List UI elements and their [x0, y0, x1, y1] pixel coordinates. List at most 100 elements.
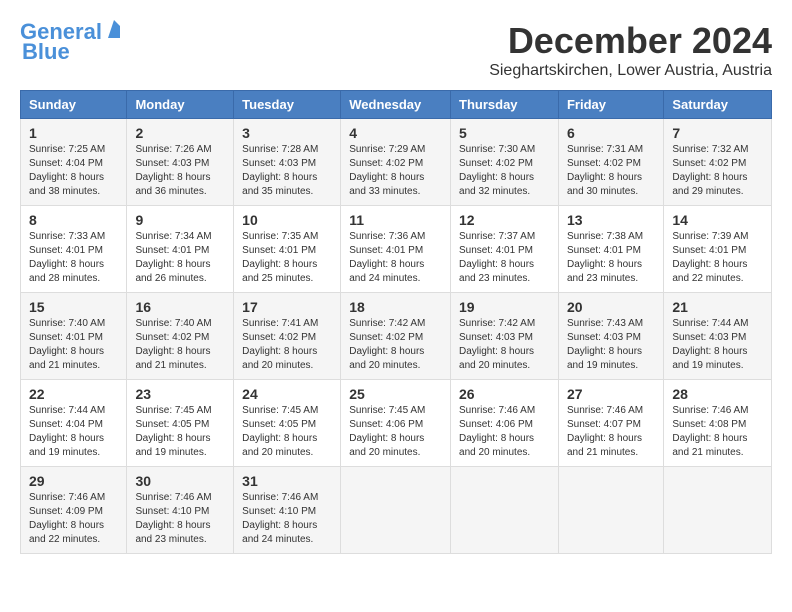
table-row: 13 Sunrise: 7:38 AM Sunset: 4:01 PM Dayl…: [558, 206, 663, 293]
day-info: Sunrise: 7:45 AM Sunset: 4:05 PM Dayligh…: [135, 404, 225, 460]
day-number: 8: [29, 212, 118, 228]
table-row: 7 Sunrise: 7:32 AM Sunset: 4:02 PM Dayli…: [664, 119, 772, 206]
table-row: 30 Sunrise: 7:46 AM Sunset: 4:10 PM Dayl…: [127, 467, 234, 554]
day-number: 14: [672, 212, 763, 228]
table-row: 22 Sunrise: 7:44 AM Sunset: 4:04 PM Dayl…: [21, 380, 127, 467]
table-row: 2 Sunrise: 7:26 AM Sunset: 4:03 PM Dayli…: [127, 119, 234, 206]
day-info: Sunrise: 7:45 AM Sunset: 4:05 PM Dayligh…: [242, 404, 332, 460]
day-info: Sunrise: 7:31 AM Sunset: 4:02 PM Dayligh…: [567, 143, 655, 199]
day-number: 18: [349, 299, 442, 315]
day-number: 12: [459, 212, 550, 228]
logo-icon: [104, 20, 124, 40]
table-row: 8 Sunrise: 7:33 AM Sunset: 4:01 PM Dayli…: [21, 206, 127, 293]
day-info: Sunrise: 7:40 AM Sunset: 4:01 PM Dayligh…: [29, 317, 118, 373]
month-title: December 2024: [489, 20, 772, 62]
table-row: 18 Sunrise: 7:42 AM Sunset: 4:02 PM Dayl…: [341, 293, 451, 380]
table-row: 25 Sunrise: 7:45 AM Sunset: 4:06 PM Dayl…: [341, 380, 451, 467]
day-info: Sunrise: 7:43 AM Sunset: 4:03 PM Dayligh…: [567, 317, 655, 373]
day-number: 28: [672, 386, 763, 402]
table-row: 11 Sunrise: 7:36 AM Sunset: 4:01 PM Dayl…: [341, 206, 451, 293]
day-number: 19: [459, 299, 550, 315]
day-number: 7: [672, 125, 763, 141]
table-row: 27 Sunrise: 7:46 AM Sunset: 4:07 PM Dayl…: [558, 380, 663, 467]
header-tuesday: Tuesday: [234, 91, 341, 119]
day-info: Sunrise: 7:41 AM Sunset: 4:02 PM Dayligh…: [242, 317, 332, 373]
calendar-week-row: 8 Sunrise: 7:33 AM Sunset: 4:01 PM Dayli…: [21, 206, 772, 293]
day-info: Sunrise: 7:46 AM Sunset: 4:08 PM Dayligh…: [672, 404, 763, 460]
table-row: 19 Sunrise: 7:42 AM Sunset: 4:03 PM Dayl…: [451, 293, 559, 380]
table-row: [558, 467, 663, 554]
table-row: [341, 467, 451, 554]
table-row: 10 Sunrise: 7:35 AM Sunset: 4:01 PM Dayl…: [234, 206, 341, 293]
day-info: Sunrise: 7:46 AM Sunset: 4:10 PM Dayligh…: [242, 491, 332, 547]
day-number: 15: [29, 299, 118, 315]
table-row: 28 Sunrise: 7:46 AM Sunset: 4:08 PM Dayl…: [664, 380, 772, 467]
day-number: 11: [349, 212, 442, 228]
table-row: [451, 467, 559, 554]
day-number: 13: [567, 212, 655, 228]
header-sunday: Sunday: [21, 91, 127, 119]
table-row: 26 Sunrise: 7:46 AM Sunset: 4:06 PM Dayl…: [451, 380, 559, 467]
day-info: Sunrise: 7:29 AM Sunset: 4:02 PM Dayligh…: [349, 143, 442, 199]
table-row: 6 Sunrise: 7:31 AM Sunset: 4:02 PM Dayli…: [558, 119, 663, 206]
location-title: Sieghartskirchen, Lower Austria, Austria: [489, 62, 772, 80]
day-number: 30: [135, 473, 225, 489]
day-number: 9: [135, 212, 225, 228]
day-info: Sunrise: 7:39 AM Sunset: 4:01 PM Dayligh…: [672, 230, 763, 286]
day-info: Sunrise: 7:44 AM Sunset: 4:04 PM Dayligh…: [29, 404, 118, 460]
header-wednesday: Wednesday: [341, 91, 451, 119]
table-row: 20 Sunrise: 7:43 AM Sunset: 4:03 PM Dayl…: [558, 293, 663, 380]
day-number: 23: [135, 386, 225, 402]
table-row: 23 Sunrise: 7:45 AM Sunset: 4:05 PM Dayl…: [127, 380, 234, 467]
day-info: Sunrise: 7:46 AM Sunset: 4:10 PM Dayligh…: [135, 491, 225, 547]
day-info: Sunrise: 7:42 AM Sunset: 4:03 PM Dayligh…: [459, 317, 550, 373]
day-info: Sunrise: 7:45 AM Sunset: 4:06 PM Dayligh…: [349, 404, 442, 460]
day-info: Sunrise: 7:44 AM Sunset: 4:03 PM Dayligh…: [672, 317, 763, 373]
table-row: 3 Sunrise: 7:28 AM Sunset: 4:03 PM Dayli…: [234, 119, 341, 206]
day-info: Sunrise: 7:33 AM Sunset: 4:01 PM Dayligh…: [29, 230, 118, 286]
day-number: 4: [349, 125, 442, 141]
day-number: 29: [29, 473, 118, 489]
calendar-week-row: 15 Sunrise: 7:40 AM Sunset: 4:01 PM Dayl…: [21, 293, 772, 380]
day-number: 24: [242, 386, 332, 402]
day-number: 10: [242, 212, 332, 228]
table-row: 24 Sunrise: 7:45 AM Sunset: 4:05 PM Dayl…: [234, 380, 341, 467]
table-row: 31 Sunrise: 7:46 AM Sunset: 4:10 PM Dayl…: [234, 467, 341, 554]
day-info: Sunrise: 7:38 AM Sunset: 4:01 PM Dayligh…: [567, 230, 655, 286]
day-number: 17: [242, 299, 332, 315]
day-number: 31: [242, 473, 332, 489]
day-number: 6: [567, 125, 655, 141]
logo-blue-text: Blue: [22, 40, 70, 64]
day-number: 27: [567, 386, 655, 402]
day-number: 5: [459, 125, 550, 141]
day-number: 3: [242, 125, 332, 141]
day-info: Sunrise: 7:32 AM Sunset: 4:02 PM Dayligh…: [672, 143, 763, 199]
table-row: 5 Sunrise: 7:30 AM Sunset: 4:02 PM Dayli…: [451, 119, 559, 206]
day-number: 1: [29, 125, 118, 141]
day-number: 25: [349, 386, 442, 402]
table-row: 9 Sunrise: 7:34 AM Sunset: 4:01 PM Dayli…: [127, 206, 234, 293]
day-number: 22: [29, 386, 118, 402]
page-header: General Blue December 2024 Sieghartskirc…: [20, 20, 772, 80]
calendar-header-row: Sunday Monday Tuesday Wednesday Thursday…: [21, 91, 772, 119]
day-info: Sunrise: 7:46 AM Sunset: 4:07 PM Dayligh…: [567, 404, 655, 460]
calendar-week-row: 1 Sunrise: 7:25 AM Sunset: 4:04 PM Dayli…: [21, 119, 772, 206]
table-row: 1 Sunrise: 7:25 AM Sunset: 4:04 PM Dayli…: [21, 119, 127, 206]
day-info: Sunrise: 7:28 AM Sunset: 4:03 PM Dayligh…: [242, 143, 332, 199]
calendar-week-row: 22 Sunrise: 7:44 AM Sunset: 4:04 PM Dayl…: [21, 380, 772, 467]
calendar-week-row: 29 Sunrise: 7:46 AM Sunset: 4:09 PM Dayl…: [21, 467, 772, 554]
day-number: 2: [135, 125, 225, 141]
table-row: 21 Sunrise: 7:44 AM Sunset: 4:03 PM Dayl…: [664, 293, 772, 380]
day-info: Sunrise: 7:36 AM Sunset: 4:01 PM Dayligh…: [349, 230, 442, 286]
header-friday: Friday: [558, 91, 663, 119]
day-number: 16: [135, 299, 225, 315]
calendar-table: Sunday Monday Tuesday Wednesday Thursday…: [20, 90, 772, 554]
header-monday: Monday: [127, 91, 234, 119]
day-info: Sunrise: 7:40 AM Sunset: 4:02 PM Dayligh…: [135, 317, 225, 373]
header-saturday: Saturday: [664, 91, 772, 119]
title-section: December 2024 Sieghartskirchen, Lower Au…: [489, 20, 772, 80]
day-info: Sunrise: 7:26 AM Sunset: 4:03 PM Dayligh…: [135, 143, 225, 199]
day-info: Sunrise: 7:35 AM Sunset: 4:01 PM Dayligh…: [242, 230, 332, 286]
day-info: Sunrise: 7:30 AM Sunset: 4:02 PM Dayligh…: [459, 143, 550, 199]
day-number: 21: [672, 299, 763, 315]
